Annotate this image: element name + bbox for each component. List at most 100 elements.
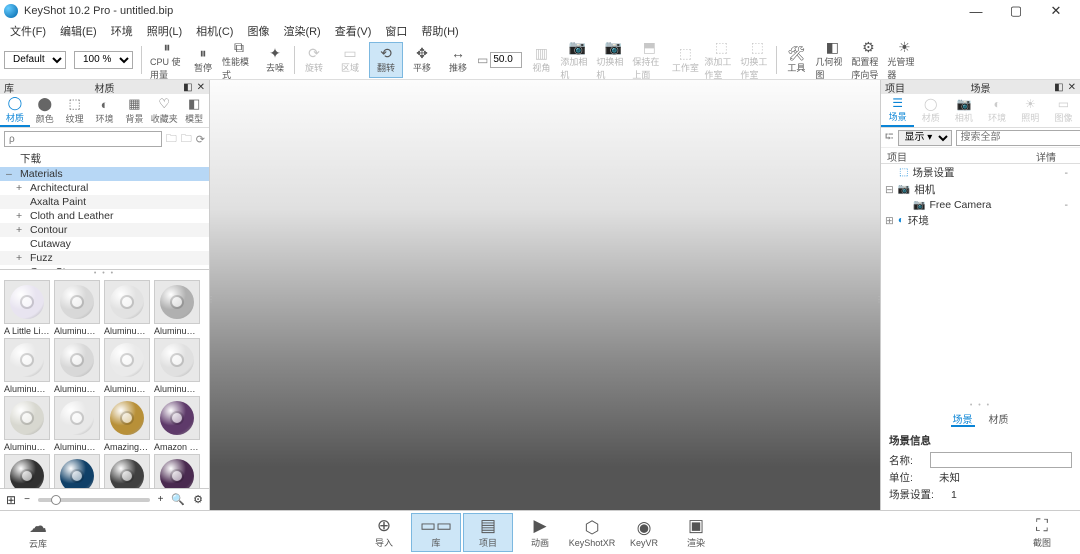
project-tab-图像[interactable]: ▭图像 xyxy=(1047,94,1080,127)
render-viewport[interactable]: ⋮ ⋮ xyxy=(210,80,880,510)
scene-name-input[interactable] xyxy=(930,452,1072,468)
material-thumb[interactable]: Aluminum ... xyxy=(54,280,100,336)
library-tab-颜色[interactable]: ⬤颜色 xyxy=(30,94,60,127)
material-thumb[interactable]: Aluminum ... xyxy=(4,396,50,452)
focal-length-input[interactable] xyxy=(490,52,522,68)
material-thumb[interactable]: Aluminum ... xyxy=(154,280,200,336)
material-thumb[interactable]: Aluminum ... xyxy=(54,396,100,452)
tree-row[interactable]: +Contour xyxy=(0,223,209,237)
window-close-button[interactable]: ✕ xyxy=(1036,1,1076,21)
ribbon-翻转[interactable]: ⟲翻转 xyxy=(369,42,403,78)
material-thumbnail-grid[interactable]: A Little Lila...Aluminum ...Aluminum ...… xyxy=(0,276,209,488)
material-thumb[interactable]: Anodized ... xyxy=(4,454,50,488)
menu-item[interactable]: 相机(C) xyxy=(190,23,239,39)
tree-row[interactable]: +Architectural xyxy=(0,181,209,195)
bottom-KeyVR[interactable]: ◉KeyVR xyxy=(619,513,669,552)
viewport-drag-handle-icon[interactable]: ⋮ xyxy=(875,295,883,304)
panel-close-icon[interactable]: ✕ xyxy=(1068,82,1076,93)
library-search-input[interactable] xyxy=(4,131,162,147)
project-tab-照明[interactable]: ☀照明 xyxy=(1014,94,1047,127)
ribbon-光管理器[interactable]: ☀光管理器 xyxy=(887,42,921,78)
library-tab-背景[interactable]: ▦背景 xyxy=(119,94,149,127)
material-thumb[interactable]: Amazing G... xyxy=(104,396,150,452)
material-thumb[interactable]: Aluminum ... xyxy=(54,338,100,394)
ribbon-几何视图[interactable]: ◧几何视图 xyxy=(815,42,849,78)
folder-add-icon[interactable]: 🗀 xyxy=(181,130,192,149)
folder-icon[interactable]: 🗀 xyxy=(166,130,177,149)
settings-icon[interactable]: ⚙ xyxy=(193,493,203,506)
scene-tree-row[interactable]: ⊟📷相机 xyxy=(881,181,1080,198)
ribbon-配置程序向导[interactable]: ⚙配置程序向导 xyxy=(851,42,885,78)
scene-tree-row[interactable]: ⊞◐环境 xyxy=(881,212,1080,229)
bottom-KeyShotXR[interactable]: ⬡KeyShotXR xyxy=(567,513,617,552)
panel-close-icon[interactable]: ✕ xyxy=(197,82,205,93)
bottom-项目[interactable]: ▤项目 xyxy=(463,513,513,552)
scene-tree-row[interactable]: 📷Free Camera- xyxy=(881,198,1080,212)
grid-icon[interactable]: ⊞ xyxy=(6,493,16,507)
scene-tree[interactable]: ⬚场景设置-⊟📷相机📷Free Camera-⊞◐环境 xyxy=(881,164,1080,402)
menu-item[interactable]: 图像 xyxy=(241,23,275,39)
project-search-input[interactable] xyxy=(956,130,1080,146)
material-thumb[interactable]: Anodized ... xyxy=(54,454,100,488)
ribbon-性能模式[interactable]: ⧉性能模式 xyxy=(222,42,256,78)
material-thumb[interactable]: Aluminum ... xyxy=(104,338,150,394)
menu-item[interactable]: 查看(V) xyxy=(329,23,378,39)
ribbon-推移[interactable]: ↔推移 xyxy=(441,42,475,78)
material-thumb[interactable]: A Little Lila... xyxy=(4,280,50,336)
ribbon-工具[interactable]: 🛠工具 xyxy=(779,42,813,78)
tree-row[interactable]: +Fuzz xyxy=(0,251,209,265)
mode-tab-scene[interactable]: 场景 xyxy=(951,409,975,427)
material-thumb[interactable]: Anodized ... xyxy=(154,454,200,488)
ribbon-CPU 使用量[interactable]: ⏸CPU 使用量 xyxy=(150,42,184,78)
scene-tree-row[interactable]: ⬚场景设置- xyxy=(881,164,1080,181)
menu-item[interactable]: 编辑(E) xyxy=(54,23,103,39)
tree-row[interactable]: 下载 xyxy=(0,150,209,167)
menu-item[interactable]: 环境 xyxy=(105,23,139,39)
menu-item[interactable]: 渲染(R) xyxy=(277,23,326,39)
library-tab-环境[interactable]: ◐环境 xyxy=(90,94,120,127)
project-tab-材质[interactable]: ◯材质 xyxy=(914,94,947,127)
library-tab-收藏夹[interactable]: ♡收藏夹 xyxy=(149,94,179,127)
menu-item[interactable]: 照明(L) xyxy=(141,23,188,39)
collapse-icon[interactable]: ⮓ xyxy=(885,128,894,147)
material-thumb[interactable]: Anodized ... xyxy=(104,454,150,488)
bottom-导入[interactable]: ⊕导入 xyxy=(359,513,409,552)
project-tab-场景[interactable]: ☰场景 xyxy=(881,94,914,127)
bottom-渲染[interactable]: ▣渲染 xyxy=(671,513,721,552)
tree-row[interactable]: Cutaway xyxy=(0,237,209,251)
window-maximize-button[interactable]: ▢ xyxy=(996,1,1036,21)
screenshot-button[interactable]: ⛶ 截图 xyxy=(1012,516,1072,549)
library-tab-纹理[interactable]: ⬚纹理 xyxy=(60,94,90,127)
bottom-动画[interactable]: ▶动画 xyxy=(515,513,565,552)
tree-toggle-icon[interactable]: ⊞ xyxy=(885,215,894,227)
display-select[interactable]: 显示 ▾ xyxy=(898,130,952,146)
menu-item[interactable]: 帮助(H) xyxy=(415,23,464,39)
tree-toggle-icon[interactable]: ⊟ xyxy=(885,184,894,196)
tree-toggle-icon[interactable]: – xyxy=(6,168,16,180)
cloud-library-button[interactable]: ☁ 云库 xyxy=(8,516,68,550)
tree-toggle-icon[interactable]: + xyxy=(16,252,26,264)
zoom-select[interactable]: 100 % xyxy=(74,51,133,69)
thumb-size-slider[interactable] xyxy=(38,498,150,502)
viewport-drag-handle-icon[interactable]: ⋮ xyxy=(207,295,215,304)
menu-item[interactable]: 文件(F) xyxy=(4,23,52,39)
library-tab-模型[interactable]: ◧模型 xyxy=(179,94,209,127)
tree-toggle-icon[interactable]: + xyxy=(16,224,26,236)
ribbon-平移[interactable]: ✥平移 xyxy=(405,42,439,78)
panel-undock-icon[interactable]: ◧ xyxy=(183,82,192,93)
material-thumb[interactable]: Aluminum ... xyxy=(104,280,150,336)
preset-select[interactable]: Default xyxy=(4,51,66,69)
ribbon-去噪[interactable]: ✦去噪 xyxy=(258,42,292,78)
window-minimize-button[interactable]: — xyxy=(956,1,996,21)
ribbon-暂停[interactable]: ⏸暂停 xyxy=(186,42,220,78)
tree-row[interactable]: +Cloth and Leather xyxy=(0,209,209,223)
bottom-库[interactable]: ▭▭库 xyxy=(411,513,461,552)
menu-item[interactable]: 窗口 xyxy=(379,23,413,39)
splitter-handle[interactable]: • • • xyxy=(881,402,1080,409)
material-tree[interactable]: 下载–Materials+ArchitecturalAxalta Paint+C… xyxy=(0,150,209,270)
tree-row[interactable]: –Materials xyxy=(0,167,209,181)
search-icon[interactable]: 🔍 xyxy=(171,493,185,506)
material-thumb[interactable]: Aluminum ... xyxy=(4,338,50,394)
project-tab-相机[interactable]: 📷相机 xyxy=(947,94,980,127)
refresh-icon[interactable]: ⟳ xyxy=(196,133,205,146)
